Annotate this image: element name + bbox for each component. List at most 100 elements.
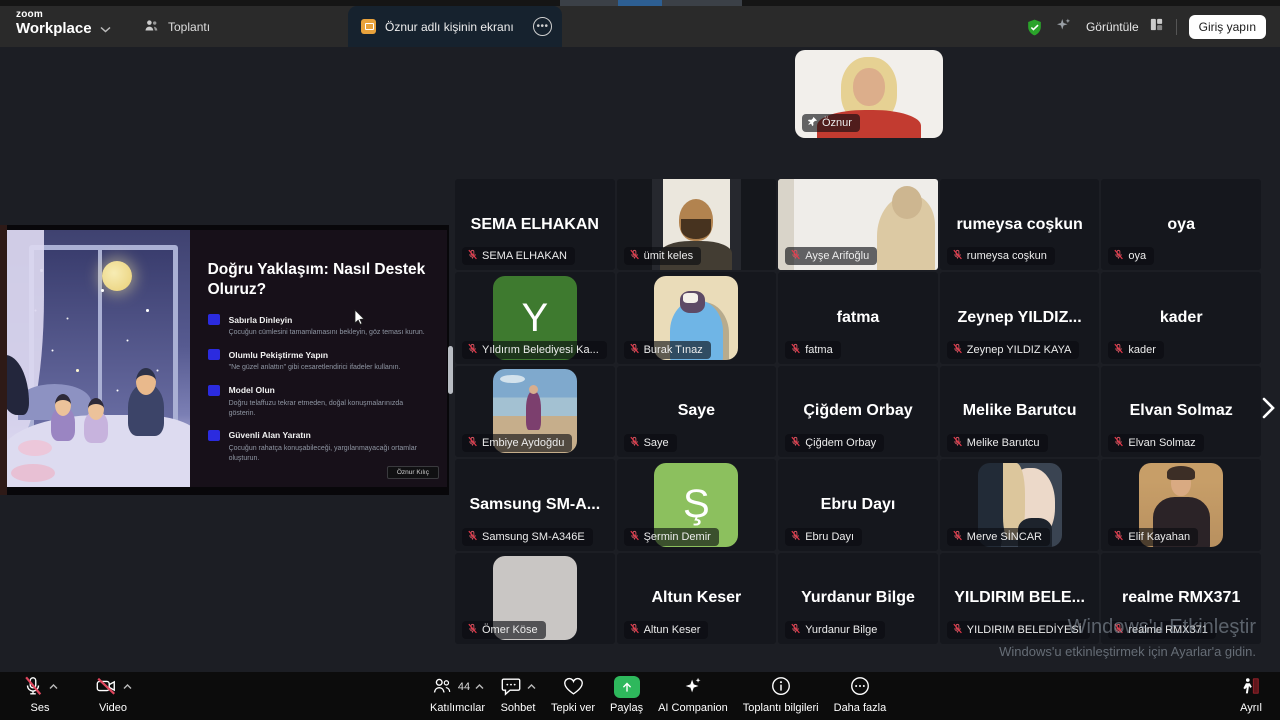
chat-icon <box>500 675 522 700</box>
participants-caret[interactable] <box>475 684 484 690</box>
participant-tile[interactable]: Ömer Köse <box>455 553 615 644</box>
bullet-body: Çocuğun cümlesini tamamlamasını bekleyin… <box>229 328 431 338</box>
participant-tile[interactable]: SEMA ELHAKAN SEMA ELHAKAN <box>455 179 615 270</box>
ai-companion-label: AI Companion <box>658 702 728 714</box>
participant-name-label: Burak Tınaz <box>644 344 703 356</box>
shared-screen[interactable]: Doğru Yaklaşım: Nasıl Destek Oluruz? Sab… <box>0 225 449 495</box>
participant-tile[interactable]: Merve SİNCAR <box>940 459 1100 550</box>
participant-tile[interactable]: Altun Keser Altun Keser <box>617 553 777 644</box>
next-page-button[interactable] <box>1258 395 1278 421</box>
participant-label-chip: Ömer Köse <box>462 621 546 639</box>
leave-button[interactable]: Ayrıl <box>1240 675 1262 714</box>
muted-mic-icon <box>467 623 478 637</box>
react-button[interactable]: Tepki ver <box>551 675 595 714</box>
muted-mic-icon <box>629 623 640 637</box>
participant-tile[interactable]: Ayşe Arifoğlu <box>778 179 938 270</box>
mute-button[interactable]: Ses <box>22 675 58 714</box>
participant-tile[interactable]: Ş Şermin Demir <box>617 459 777 550</box>
participant-tile[interactable]: oya oya <box>1101 179 1261 270</box>
slide-bullet: Olumlu Pekiştirme Yapın "Ne güzel anlatt… <box>208 349 431 373</box>
ai-companion-button[interactable]: AI Companion <box>658 675 728 714</box>
participant-display-name: Çiğdem Orbay <box>799 402 916 420</box>
participant-tile[interactable]: Melike Barutcu Melike Barutcu <box>940 366 1100 457</box>
chat-button[interactable]: Sohbet <box>500 675 536 714</box>
video-button[interactable]: Video <box>94 675 132 714</box>
participant-tile[interactable]: Samsung SM-A... Samsung SM-A346E <box>455 459 615 550</box>
participant-grid: SEMA ELHAKAN SEMA ELHAKAN ümit keles Ayş… <box>455 179 1261 644</box>
participant-label-chip: Elif Kayahan <box>1108 528 1198 546</box>
security-shield-icon[interactable] <box>1025 18 1044 37</box>
participant-label-chip: fatma <box>785 341 841 359</box>
participant-tile[interactable]: Elvan Solmaz Elvan Solmaz <box>1101 366 1261 457</box>
participant-tile[interactable]: Saye Saye <box>617 366 777 457</box>
participant-tile[interactable]: rumeysa coşkun rumeysa coşkun <box>940 179 1100 270</box>
muted-mic-icon <box>467 343 478 357</box>
participant-name-label: rumeysa coşkun <box>967 250 1047 262</box>
participant-display-name: kader <box>1156 309 1207 327</box>
participant-label-chip: realme RMX371 <box>1108 621 1215 639</box>
muted-mic-icon <box>1113 623 1124 637</box>
bullet-square-icon <box>208 385 220 396</box>
slide-bullet: Sabırla Dinleyin Çocuğun cümlesini tamam… <box>208 314 431 338</box>
share-button[interactable]: Paylaş <box>610 675 643 714</box>
more-button[interactable]: Daha fazla <box>834 675 887 714</box>
tab-screen-share-label: Öznur adlı kişinin ekranı <box>385 20 533 34</box>
tab-meeting[interactable]: Toplantı <box>143 14 210 40</box>
pinned-speaker-tile[interactable]: Öznur <box>795 50 943 138</box>
tab-screen-share[interactable]: Öznur adlı kişinin ekranı ••• <box>348 6 562 47</box>
participant-label-chip: Samsung SM-A346E <box>462 528 593 546</box>
leave-door-icon <box>1240 675 1262 700</box>
divider <box>1176 19 1177 35</box>
top-bar: zoom Workplace Toplantı Öznur adlı kişin… <box>0 6 1280 47</box>
participant-tile[interactable]: Yurdanur Bilge Yurdanur Bilge <box>778 553 938 644</box>
participant-tile[interactable]: fatma fatma <box>778 272 938 363</box>
participant-tile[interactable]: Zeynep YILDIZ... Zeynep YILDIZ KAYA <box>940 272 1100 363</box>
ai-sparkle-icon[interactable] <box>1054 16 1072 39</box>
meeting-info-button[interactable]: Toplantı bilgileri <box>743 675 819 714</box>
participant-display-name: oya <box>1163 216 1199 234</box>
signin-button[interactable]: Giriş yapın <box>1189 15 1266 39</box>
logo-workplace-text: Workplace <box>16 21 92 36</box>
participant-display-name: Samsung SM-A... <box>465 496 604 514</box>
share-screen-icon <box>614 676 640 698</box>
pinned-speaker-label: Öznur <box>802 114 860 132</box>
tab-options-icon[interactable]: ••• <box>533 17 552 36</box>
muted-mic-icon <box>952 623 963 637</box>
participant-label-chip: ümit keles <box>624 247 702 265</box>
participant-tile[interactable]: Embiye Aydoğdu <box>455 366 615 457</box>
muted-mic-icon <box>790 436 801 450</box>
view-button-label[interactable]: Görüntüle <box>1086 20 1139 34</box>
muted-mic-icon <box>1113 249 1124 263</box>
bullet-square-icon <box>208 430 220 441</box>
chevron-down-icon[interactable] <box>100 20 111 38</box>
participant-label-chip: Elvan Solmaz <box>1108 434 1203 452</box>
muted-mic-icon <box>467 249 478 263</box>
video-options-caret[interactable] <box>123 684 132 690</box>
moon-illustration <box>102 261 132 291</box>
view-layout-icon[interactable] <box>1149 17 1164 37</box>
logo-zoom-text: zoom <box>16 10 92 20</box>
participant-tile[interactable]: YILDIRIM BELE... YILDIRIM BELEDİYESİ <box>940 553 1100 644</box>
participant-tile[interactable]: Ebru Dayı Ebru Dayı <box>778 459 938 550</box>
slide-title: Doğru Yaklaşım: Nasıl Destek Oluruz? <box>208 260 431 300</box>
participant-tile[interactable]: realme RMX371 realme RMX371 <box>1101 553 1261 644</box>
chat-caret[interactable] <box>527 684 536 690</box>
participant-name-label: ümit keles <box>644 250 694 262</box>
participant-tile[interactable]: ümit keles <box>617 179 777 270</box>
participant-tile[interactable]: Burak Tınaz <box>617 272 777 363</box>
participant-name-label: Embiye Aydoğdu <box>482 437 564 449</box>
muted-mic-icon <box>952 530 963 544</box>
participant-label-chip: YILDIRIM BELEDİYESİ <box>947 621 1090 639</box>
watermark-line2: Windows'u etkinleştirmek için Ayarlar'a … <box>999 644 1256 659</box>
participant-tile[interactable]: Elif Kayahan <box>1101 459 1261 550</box>
participants-button[interactable]: 44 Katılımcılar <box>430 675 485 714</box>
layout-divider-handle[interactable] <box>448 346 453 394</box>
participant-name-label: Merve SİNCAR <box>967 531 1042 543</box>
participant-tile[interactable]: Çiğdem Orbay Çiğdem Orbay <box>778 366 938 457</box>
participant-display-name: Saye <box>674 402 719 420</box>
bullet-square-icon <box>208 349 220 360</box>
participant-tile[interactable]: Y Yıldırım Belediyesi Ka... <box>455 272 615 363</box>
muted-camera-icon <box>94 675 118 700</box>
participant-tile[interactable]: kader kader <box>1101 272 1261 363</box>
mic-options-caret[interactable] <box>49 684 58 690</box>
